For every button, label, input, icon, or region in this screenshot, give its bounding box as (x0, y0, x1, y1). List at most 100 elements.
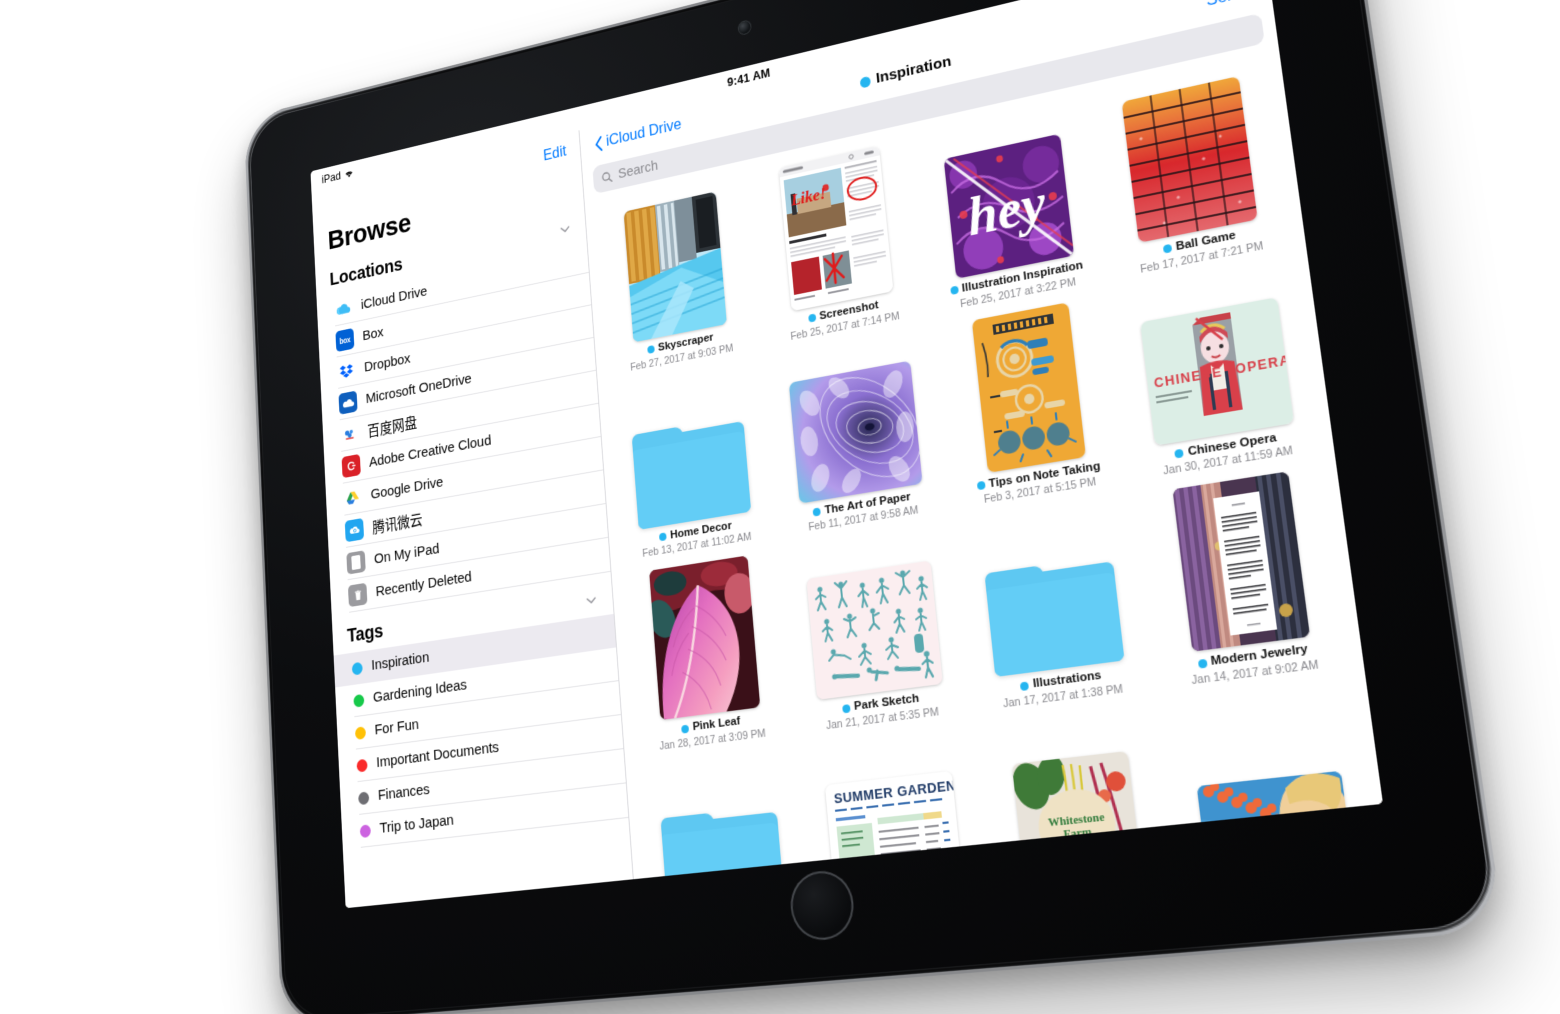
svg-text:hey: hey (965, 173, 1050, 248)
file-date: Feb 25, 2017 at 7:14 PM (789, 309, 901, 343)
file-item[interactable] (1162, 679, 1378, 872)
file-item[interactable]: Like! Screenshot Feb 25, 2017 at 7:14 PM (750, 137, 928, 348)
tag-label: Trip to Japan (379, 811, 455, 837)
file-item[interactable]: Modern Jewelry Jan 14, 2017 at 9:02 AM (1137, 464, 1352, 691)
thumbnail: Whitestone Farm (976, 703, 1176, 880)
file-date: Feb 11, 2017 at 9:58 AM (807, 504, 920, 534)
icloud-drive-icon (333, 296, 353, 322)
ipad-device: iPad 9:41 AM Edit Browse Locations iClou… (243, 0, 1505, 1014)
file-item[interactable]: hey Illustration Inspiration Feb 25, 201… (915, 98, 1106, 315)
sidebar-item-label: 腾讯微云 (372, 511, 423, 537)
file-item[interactable]: CHINESE OPERA Chinese Opera Jan 30, 2017… (1113, 257, 1323, 483)
folder-icon (631, 415, 752, 530)
tag-color-dot (859, 75, 871, 89)
file-item[interactable]: SUMMER GARDEN PARTY (800, 725, 986, 880)
file-date: Jan 21, 2017 at 5:35 PM (825, 705, 940, 733)
chevron-down-icon[interactable] (558, 220, 573, 238)
file-item[interactable]: Illustrations Jan 17, 2017 at 1:38 PM (955, 494, 1155, 714)
back-button-label: iCloud Drive (605, 116, 683, 150)
chevron-left-icon (594, 135, 605, 154)
onedrive-icon (338, 390, 358, 415)
tag-color-dot (812, 507, 822, 517)
thumbnail (1090, 57, 1291, 249)
file-date: Jan 28, 2017 at 3:09 PM (659, 727, 767, 753)
detail-pane: iCloud Drive Inspiration Select (579, 0, 1384, 880)
file-item[interactable]: Park Sketch Jan 21, 2017 at 5:35 PM (783, 522, 969, 735)
tags-header-label: Tags (346, 620, 384, 647)
file-name: Park Sketch (842, 693, 920, 716)
thumbnail: hey (915, 98, 1102, 284)
file-date: Jan 17, 2017 at 1:38 PM (1002, 682, 1124, 711)
thumbnail (635, 747, 809, 880)
sidebar-item-label: 百度网盘 (367, 415, 418, 440)
file-name: Illustration Inspiration (949, 259, 1084, 298)
svg-text:Farm: Farm (1063, 825, 1092, 841)
ipad-screen: iPad 9:41 AM Edit Browse Locations iClou… (310, 0, 1384, 909)
file-item[interactable]: Whitestone Farm (976, 703, 1176, 880)
thumbnail: CHINESE OPERA (1113, 257, 1318, 449)
thumbnail (934, 293, 1125, 479)
thumbnail (607, 358, 774, 533)
thumbnail (766, 326, 944, 506)
tag-color-dot (1162, 244, 1173, 254)
folder-icon (660, 806, 786, 880)
sidebar-item-label: On My iPad (373, 540, 440, 567)
svg-text:OPERA: OPERA (1234, 352, 1291, 377)
tag-color-dot (807, 313, 817, 323)
thumbnail (621, 549, 791, 724)
thumbnail: Like! (750, 137, 925, 317)
search-icon (601, 170, 614, 186)
file-name: Tips on Note Taking (976, 460, 1101, 493)
tencent-weiyun-icon (344, 517, 365, 543)
tag-color-dot (647, 345, 655, 355)
tag-label: Gardening Ideas (372, 676, 468, 706)
device-chassis: iPad 9:41 AM Edit Browse Locations iClou… (243, 0, 1505, 1014)
file-grid: Skyscraper Feb 27, 2017 at 9:03 PM Like!… (594, 57, 1378, 880)
file-item[interactable]: Tips on Note Taking Feb 3, 2017 at 5:15 … (934, 293, 1129, 512)
tag-label: For Fun (374, 716, 420, 739)
sidebar-item-label: Dropbox (363, 350, 411, 375)
tag-color-dot (353, 693, 365, 708)
baidu-netdisk-icon (340, 422, 360, 447)
trash-icon (347, 582, 368, 608)
thumbnail (1162, 679, 1378, 872)
box-icon: box (335, 327, 355, 353)
tag-color-dot (358, 790, 370, 805)
thumbnail (955, 494, 1151, 680)
file-name: The Art of Paper (812, 490, 911, 518)
edit-button[interactable]: Edit (543, 144, 567, 166)
home-button[interactable] (787, 868, 857, 943)
nav-title-label: Inspiration (875, 52, 952, 87)
thumbnail (594, 174, 757, 348)
dropbox-icon (336, 359, 356, 384)
thumbnail: SUMMER GARDEN PARTY (800, 725, 986, 880)
tag-label: Finances (377, 781, 430, 804)
file-item[interactable]: The Art of Paper Feb 11, 2017 at 9:58 AM (766, 326, 948, 538)
file-name: Illustrations (1020, 669, 1102, 693)
file-item[interactable] (635, 747, 809, 880)
svg-text:CHINESE: CHINESE (1153, 364, 1223, 391)
file-date: Feb 17, 2017 at 7:21 PM (1139, 239, 1265, 276)
locations-list: iCloud Drive box Box Dropbox Microsoft O… (317, 241, 611, 616)
ipad-icon (346, 550, 366, 575)
file-item[interactable]: Skyscraper Feb 27, 2017 at 9:03 PM (594, 174, 760, 378)
folder-icon (984, 555, 1125, 678)
tag-color-dot (976, 480, 986, 491)
tag-color-dot (356, 758, 368, 773)
tags-list: Inspiration Gardening Ideas For Fun Impo… (333, 613, 629, 850)
tag-color-dot (681, 724, 690, 734)
tag-color-dot (359, 823, 371, 838)
screenshot-stage: iPad 9:41 AM Edit Browse Locations iClou… (0, 0, 1560, 1014)
device-bezel: iPad 9:41 AM Edit Browse Locations iClou… (249, 0, 1495, 1014)
file-name: Modern Jewelry (1197, 643, 1309, 671)
file-item[interactable]: Pink Leaf Jan 28, 2017 at 3:09 PM (621, 549, 794, 756)
chevron-down-icon[interactable] (584, 591, 599, 609)
file-item[interactable]: Home Decor Feb 13, 2017 at 11:02 AM (607, 358, 776, 563)
svg-text:Whitestone: Whitestone (1047, 810, 1105, 829)
file-item[interactable]: Ball Game Feb 17, 2017 at 7:21 PM (1090, 57, 1295, 281)
front-camera-icon (738, 20, 751, 36)
file-date: Jan 14, 2017 at 9:02 AM (1190, 658, 1320, 688)
select-button[interactable]: Select (1205, 0, 1254, 11)
search-placeholder: Search (617, 158, 659, 183)
tag-color-dot (949, 285, 959, 296)
